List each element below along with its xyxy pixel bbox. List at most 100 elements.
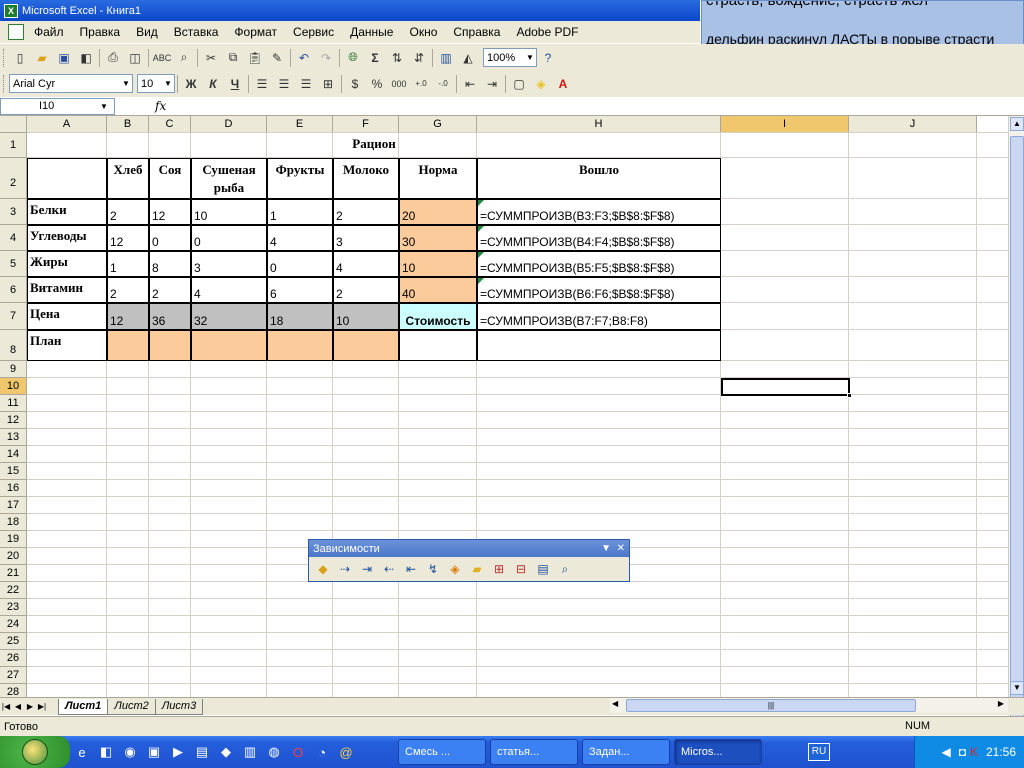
cell-value[interactable]: 4 <box>191 277 267 303</box>
row-header-20[interactable]: 20 <box>0 548 27 565</box>
decrease-indent-icon[interactable]: ⇤ <box>459 73 481 95</box>
select-all-corner[interactable] <box>0 116 27 133</box>
workbook-icon[interactable] <box>8 24 24 40</box>
row-header-24[interactable]: 24 <box>0 616 27 633</box>
row-header-21[interactable]: 21 <box>0 565 27 582</box>
font-name-combo[interactable]: Arial Cyr ▼ <box>9 74 133 93</box>
network-icon[interactable]: ◘ <box>959 745 966 759</box>
cell-plan-value[interactable] <box>149 330 191 361</box>
row-header-10[interactable]: 10 <box>0 378 27 395</box>
permission-icon[interactable]: ◧ <box>75 47 97 69</box>
increase-decimal-icon[interactable]: +.0 <box>410 73 432 95</box>
merge-center-icon[interactable]: ⊞ <box>317 73 339 95</box>
cell-plan-value[interactable] <box>191 330 267 361</box>
cell-formula[interactable]: =СУММПРОИЗВ(B3:F3;$B$8:$F$8) <box>477 199 721 225</box>
column-header-f[interactable]: F <box>333 116 399 133</box>
row-header-22[interactable]: 22 <box>0 582 27 599</box>
italic-button[interactable]: К <box>202 73 224 95</box>
remove-precedent-arrows-icon[interactable]: ⇥ <box>356 559 378 579</box>
player-icon[interactable]: ▶ <box>168 742 188 762</box>
cell-value[interactable]: 12 <box>107 225 149 251</box>
sort-ascending-icon[interactable]: ⇅ <box>386 47 408 69</box>
firefox-icon[interactable]: ◍ <box>264 742 284 762</box>
percent-button[interactable]: % <box>366 73 388 95</box>
cell-header-7[interactable]: Вошло <box>477 158 721 199</box>
first-sheet-icon[interactable]: |◀ <box>0 702 12 711</box>
last-sheet-icon[interactable]: ▶| <box>36 702 48 711</box>
column-header-i[interactable]: I <box>721 116 849 133</box>
cut-icon[interactable]: ✂ <box>200 47 222 69</box>
menu-file[interactable]: Файл <box>26 25 72 39</box>
tab-sheet3[interactable]: Лист3 <box>154 698 204 715</box>
name-box[interactable]: I10 ▼ <box>0 97 115 115</box>
cell-h8[interactable] <box>477 330 721 361</box>
cell-g8[interactable] <box>399 330 477 361</box>
new-icon[interactable]: ▯ <box>9 47 31 69</box>
drawing-icon[interactable]: ◭ <box>457 47 479 69</box>
thousands-button[interactable]: 000 <box>388 73 410 95</box>
row-header-8[interactable]: 8 <box>0 330 27 361</box>
column-header-c[interactable]: C <box>149 116 191 133</box>
cell-header-3[interactable]: Сушеная рыба <box>191 158 267 199</box>
align-center-icon[interactable]: ☰ <box>273 73 295 95</box>
toolbar-grip[interactable] <box>3 74 6 93</box>
row-header-3[interactable]: 3 <box>0 199 27 225</box>
autosum-icon[interactable]: Σ <box>364 47 386 69</box>
format-painter-icon[interactable]: ✎ <box>266 47 288 69</box>
toolbar-options-icon[interactable]: ▼ <box>601 543 611 554</box>
row-header-14[interactable]: 14 <box>0 446 27 463</box>
print-icon[interactable]: ⎙ <box>102 47 124 69</box>
cell-title[interactable]: Рацион <box>27 133 721 158</box>
language-indicator[interactable]: RU <box>808 743 830 761</box>
new-comment-icon[interactable]: ▰ <box>466 559 488 579</box>
document-icon[interactable]: ▤ <box>192 742 212 762</box>
cell-value[interactable]: 0 <box>191 225 267 251</box>
row-header-6[interactable]: 6 <box>0 277 27 303</box>
menu-format[interactable]: Формат <box>226 25 285 39</box>
media-icon[interactable]: ◉ <box>120 742 140 762</box>
cell-formula[interactable]: =СУММПРОИЗВ(B5:F5;$B$8:$F$8) <box>477 251 721 277</box>
menu-window[interactable]: Окно <box>401 25 445 39</box>
hyperlink-icon[interactable]: 🌐︎ <box>342 47 364 69</box>
row-header-25[interactable]: 25 <box>0 633 27 650</box>
row-header-17[interactable]: 17 <box>0 497 27 514</box>
align-left-icon[interactable]: ☰ <box>251 73 273 95</box>
align-right-icon[interactable]: ☰ <box>295 73 317 95</box>
cell-price-value[interactable]: 36 <box>149 303 191 330</box>
menu-help[interactable]: Справка <box>445 25 508 39</box>
menu-insert[interactable]: Вставка <box>166 25 227 39</box>
column-header-h[interactable]: H <box>477 116 721 133</box>
cell-value[interactable]: 4 <box>267 225 333 251</box>
spelling-icon[interactable]: ABC <box>151 47 173 69</box>
cell-row-label[interactable]: Жиры <box>27 251 107 277</box>
cell-price-value[interactable]: 10 <box>333 303 399 330</box>
scroll-up-icon[interactable]: ▲ <box>1010 117 1024 131</box>
save-drive-icon[interactable]: ▣ <box>144 742 164 762</box>
decrease-decimal-icon[interactable]: -.0 <box>432 73 454 95</box>
cell-header-5[interactable]: Молоко <box>333 158 399 199</box>
close-icon[interactable]: ✕ <box>617 543 625 554</box>
cell-header-2[interactable]: Соя <box>149 158 191 199</box>
column-header-g[interactable]: G <box>399 116 477 133</box>
toolbar-grip[interactable] <box>3 48 6 67</box>
cell-plan-value[interactable] <box>333 330 399 361</box>
fill-color-icon[interactable]: ◈ <box>530 73 552 95</box>
chart-wizard-icon[interactable]: ▥ <box>435 47 457 69</box>
cell-value[interactable]: 3 <box>333 225 399 251</box>
save-icon[interactable]: ▣ <box>53 47 75 69</box>
paste-icon[interactable]: 📋︎ <box>244 47 266 69</box>
column-header-d[interactable]: D <box>191 116 267 133</box>
menu-edit[interactable]: Правка <box>72 25 129 39</box>
row-header-19[interactable]: 19 <box>0 531 27 548</box>
research-icon[interactable]: ⌕ <box>173 47 195 69</box>
cell-formula[interactable]: =СУММПРОИЗВ(B4:F4;$B$8:$F$8) <box>477 225 721 251</box>
cell-formula[interactable]: =СУММПРОИЗВ(B6:F6;$B$8:$F$8) <box>477 277 721 303</box>
cell-value[interactable]: 2 <box>149 277 191 303</box>
menu-view[interactable]: Вид <box>128 25 166 39</box>
borders-icon[interactable]: ▢ <box>508 73 530 95</box>
kaspersky-icon[interactable]: K <box>970 745 978 759</box>
app-icon-2[interactable]: ▥ <box>240 742 260 762</box>
row-header-9[interactable]: 9 <box>0 361 27 378</box>
start-button[interactable] <box>0 736 70 768</box>
row-header-11[interactable]: 11 <box>0 395 27 412</box>
